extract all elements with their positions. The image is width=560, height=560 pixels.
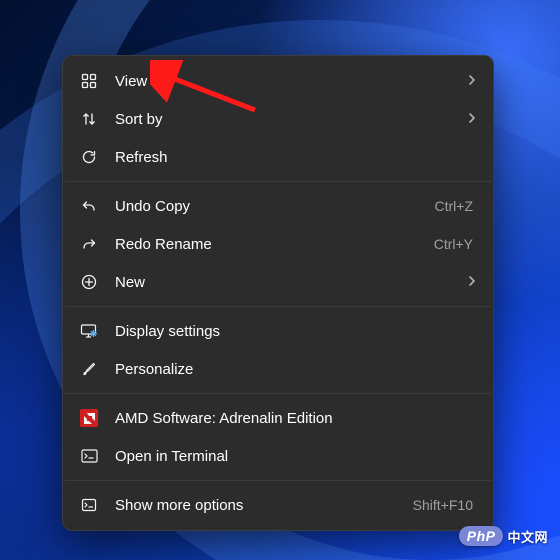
menu-item-new[interactable]: New — [63, 263, 493, 301]
menu-item-label: AMD Software: Adrenalin Edition — [115, 410, 477, 427]
chevron-right-icon — [467, 274, 477, 291]
menu-item-label: Sort by — [115, 111, 459, 128]
desktop-context-menu: View Sort by Refresh — [62, 55, 494, 531]
menu-item-redo[interactable]: Redo Rename Ctrl+Y — [63, 225, 493, 263]
menu-item-label: New — [115, 274, 459, 291]
sort-icon — [79, 109, 99, 129]
menu-item-view[interactable]: View — [63, 62, 493, 100]
chevron-right-icon — [467, 111, 477, 128]
menu-item-shortcut: Shift+F10 — [413, 497, 473, 513]
chevron-right-icon — [467, 73, 477, 90]
menu-item-sortby[interactable]: Sort by — [63, 100, 493, 138]
menu-item-label: Refresh — [115, 149, 477, 166]
menu-item-shortcut: Ctrl+Y — [434, 236, 473, 252]
menu-separator — [65, 306, 491, 307]
view-grid-icon — [79, 71, 99, 91]
menu-separator — [65, 181, 491, 182]
more-options-icon — [79, 495, 99, 515]
menu-item-label: Show more options — [115, 497, 413, 514]
menu-item-refresh[interactable]: Refresh — [63, 138, 493, 176]
menu-item-amd[interactable]: AMD Software: Adrenalin Edition — [63, 399, 493, 437]
new-plus-icon — [79, 272, 99, 292]
display-settings-icon — [79, 321, 99, 341]
menu-separator — [65, 480, 491, 481]
menu-item-terminal[interactable]: Open in Terminal — [63, 437, 493, 475]
amd-icon — [79, 408, 99, 428]
menu-item-label: Open in Terminal — [115, 448, 477, 465]
menu-item-label: Personalize — [115, 361, 477, 378]
menu-item-label: Redo Rename — [115, 236, 434, 253]
menu-item-undo[interactable]: Undo Copy Ctrl+Z — [63, 187, 493, 225]
menu-item-personalize[interactable]: Personalize — [63, 350, 493, 388]
menu-item-display-settings[interactable]: Display settings — [63, 312, 493, 350]
menu-separator — [65, 393, 491, 394]
personalize-brush-icon — [79, 359, 99, 379]
menu-item-label: Undo Copy — [115, 198, 435, 215]
menu-item-label: Display settings — [115, 323, 477, 340]
undo-icon — [79, 196, 99, 216]
menu-item-label: View — [115, 73, 459, 90]
terminal-icon — [79, 446, 99, 466]
watermark-text: 中文网 — [507, 527, 548, 546]
refresh-icon — [79, 147, 99, 167]
menu-item-more-options[interactable]: Show more options Shift+F10 — [63, 486, 493, 524]
redo-icon — [79, 234, 99, 254]
menu-item-shortcut: Ctrl+Z — [435, 198, 474, 214]
